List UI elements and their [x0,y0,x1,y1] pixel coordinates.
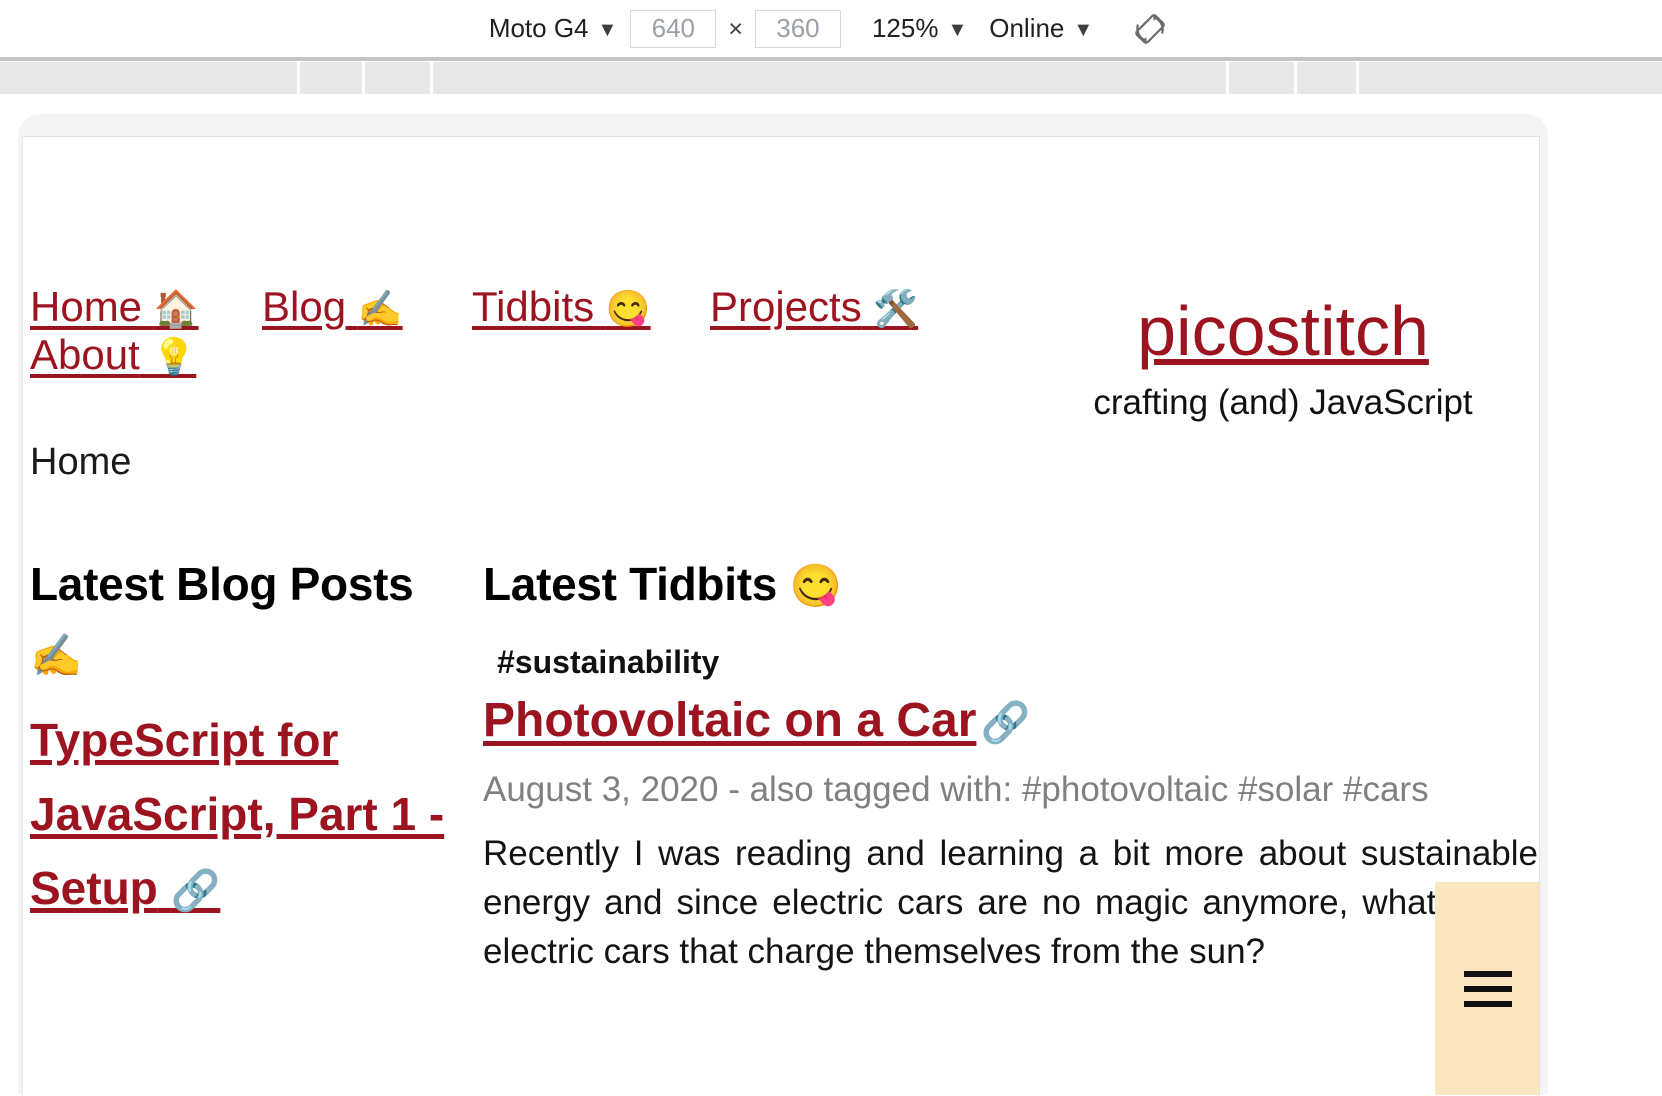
zoom-selector-label: 125% [871,13,939,43]
toolbar-strip-cell[interactable] [1359,62,1659,94]
house-icon: 🏠 [153,288,199,329]
hamburger-bar [1464,1000,1512,1007]
blog-post-link[interactable]: TypeScript for JavaScript, Part 1 - Setu… [30,703,460,928]
device-selector[interactable]: Moto G4 ▼ [479,9,628,49]
chevron-down-icon: ▼ [947,18,968,41]
latest-blog-posts-column: Latest Blog Posts ✍️ TypeScript for Java… [30,549,460,928]
nav-link-about-label: About [30,331,140,378]
nav-link-about[interactable]: About 💡 [30,325,196,387]
hammer-and-wrench-icon: 🛠️ [873,288,919,329]
hamburger-menu-icon [1464,962,1512,1016]
writing-hand-icon: ✍️ [357,288,403,329]
site-brand: picostitch crafting (and) JavaScript [1023,292,1539,426]
toolbar-strip-cell[interactable] [1297,62,1359,94]
blog-post-title: TypeScript for JavaScript, Part 1 - Setu… [30,714,445,914]
latest-blog-posts-heading-text: Latest Blog Posts [30,558,414,610]
latest-tidbits-heading-text: Latest Tidbits [483,558,777,610]
toolbar-strip-cell[interactable] [365,62,433,94]
device-selector-label: Moto G4 [488,13,589,43]
rotate-device-icon [1135,13,1166,44]
nav-link-projects-label: Projects [710,283,862,330]
toolbar-button-strip [0,62,1662,94]
toolbar-strip-cell[interactable] [433,62,1229,94]
latest-tidbits-heading: Latest Tidbits 😋 [483,549,1533,621]
zoom-selector[interactable]: 125% ▼ [844,9,979,49]
link-icon: 🔗 [170,869,221,913]
writing-hand-icon: ✍️ [30,632,82,679]
nav-link-home-label: Home [30,283,143,330]
network-throttling-selector[interactable]: Online ▼ [979,9,1103,49]
link-icon: 🔗 [980,701,1031,745]
emulated-page: Home 🏠 Blog ✍️ Tidbits 😋 Projects 🛠️ Abo… [23,137,1539,1095]
tidbit-entry: Photovoltaic on a Car 🔗 August 3, 2020 -… [483,689,1538,976]
tidbit-excerpt: Recently I was reading and learning a bi… [483,834,1538,971]
dimension-separator: × [728,15,743,43]
viewport-width-input[interactable] [630,9,717,48]
tidbit-title-link[interactable]: Photovoltaic on a Car [483,689,976,753]
latest-blog-posts-heading: Latest Blog Posts ✍️ [30,549,460,691]
devtools-device-toolbar: Moto G4 ▼ × 125% ▼ Online ▼ [0,0,1662,57]
site-tagline: crafting (and) JavaScript [1093,383,1473,422]
toolbar-strip-cell[interactable] [300,62,365,94]
hamburger-bar [1464,970,1512,977]
nav-link-projects[interactable]: Projects 🛠️ [710,277,918,339]
viewport-height-input[interactable] [754,9,841,48]
toolbar-strip-cell[interactable] [0,62,300,94]
mobile-menu-button[interactable] [1435,882,1539,1095]
hamburger-bar [1464,985,1512,992]
devtools-secondary-toolbar [0,57,1662,97]
nav-link-tidbits-label: Tidbits [472,283,595,330]
toolbar-strip-cell[interactable] [1229,62,1297,94]
yummy-face-icon: 😋 [605,288,651,329]
site-title-link[interactable]: picostitch [1137,292,1429,370]
breadcrumb: Home [30,441,132,483]
device-viewport: Home 🏠 Blog ✍️ Tidbits 😋 Projects 🛠️ Abo… [22,136,1540,1096]
nav-link-blog-label: Blog [262,283,347,330]
tidbit-meta: August 3, 2020 - also tagged with: #phot… [483,770,1429,809]
yummy-face-icon: 😋 [789,562,842,609]
network-throttling-label: Online [989,13,1065,43]
toolbar-divider [0,57,1662,61]
nav-link-tidbits[interactable]: Tidbits 😋 [472,277,651,339]
latest-tidbits-column: Latest Tidbits 😋 #sustainability Photovo… [483,549,1538,976]
rotate-device-button[interactable] [1103,9,1183,49]
tidbit-tag[interactable]: #sustainability [497,635,1533,689]
chevron-down-icon: ▼ [1073,18,1094,41]
chevron-down-icon: ▼ [597,18,618,41]
nav-link-blog[interactable]: Blog ✍️ [262,277,403,339]
lightbulb-icon: 💡 [151,336,197,377]
